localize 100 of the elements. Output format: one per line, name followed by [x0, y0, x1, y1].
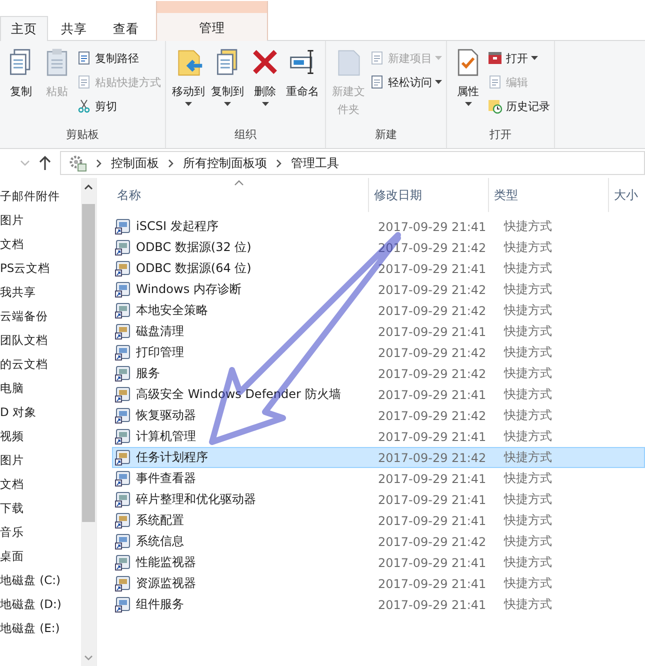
shortcut-icon [76, 74, 92, 90]
breadcrumb[interactable]: 管理工具 [291, 154, 339, 172]
ribbon-tab[interactable]: 查看 [100, 16, 152, 41]
file-row[interactable]: 恢复驱动器 2017-09-29 21:42 快捷方式 [112, 405, 645, 426]
shortcut-icon [115, 449, 132, 466]
file-row[interactable]: 事件查看器 2017-09-29 21:41 快捷方式 [112, 468, 645, 489]
nav-item[interactable]: 地磁盘 (E:) [0, 616, 81, 640]
shortcut-icon [115, 239, 132, 256]
column-header[interactable]: 类型 [489, 178, 609, 212]
column-header[interactable]: 大小 [609, 178, 645, 212]
ribbon-button[interactable]: 删除 [248, 45, 282, 126]
nav-item[interactable]: 文档 [0, 232, 81, 256]
chevron-right-icon [276, 158, 282, 168]
file-name: 打印管理 [136, 344, 184, 361]
file-name: 事件查看器 [136, 470, 196, 487]
nav-item[interactable]: 地磁盘 (C:) [0, 568, 81, 592]
address-bar[interactable]: 控制面板 所有控制面板项 管理工具 [60, 151, 645, 175]
nav-item[interactable]: 地磁盘 (D:) [0, 592, 81, 616]
scrollbar-thumb[interactable] [82, 204, 95, 522]
up-arrow-icon[interactable] [38, 155, 52, 171]
file-type: 快捷方式 [502, 449, 553, 466]
nav-item[interactable]: 桌面 [0, 544, 81, 568]
modified-date: 2017-09-29 21:41 [377, 576, 488, 590]
ribbon-button[interactable]: 属性 [451, 45, 485, 126]
nav-item[interactable]: 我共享 [0, 280, 81, 304]
file-name: 计算机管理 [136, 428, 196, 445]
file-row[interactable]: 高级安全 Windows Defender 防火墙 2017-09-29 21:41 快捷方式 [112, 384, 645, 405]
file-name: 性能监视器 [136, 554, 196, 571]
nav-item[interactable]: 的云文档 [0, 352, 81, 376]
ribbon-tab[interactable]: 管理 [157, 13, 267, 41]
file-row[interactable]: Windows 内存诊断 2017-09-29 21:42 快捷方式 [112, 279, 645, 300]
nav-item[interactable]: 图片 [0, 208, 81, 232]
shortcut-icon [115, 407, 132, 424]
file-row[interactable]: iSCSI 发起程序 2017-09-29 21:41 快捷方式 [112, 216, 645, 237]
ribbon-button[interactable]: 打开 [487, 47, 550, 69]
nav-item[interactable]: 电脑 [0, 376, 81, 400]
nav-item[interactable]: 团队文档 [0, 328, 81, 352]
nav-item[interactable]: PS云文档 [0, 256, 81, 280]
ribbon-button[interactable]: 复制路径 [76, 47, 161, 69]
file-name: Windows 内存诊断 [136, 281, 242, 298]
nav-item[interactable]: D 对象 [0, 400, 81, 424]
file-row[interactable]: 性能监视器 2017-09-29 21:41 快捷方式 [112, 552, 645, 573]
ribbon-button[interactable]: 历史记录 [487, 95, 550, 117]
file-name: ODBC 数据源(64 位) [136, 260, 252, 277]
ribbon-button[interactable]: 移动到 [170, 45, 207, 126]
file-row[interactable]: 碎片整理和优化驱动器 2017-09-29 21:41 快捷方式 [112, 489, 645, 510]
file-name: 组件服务 [136, 596, 184, 613]
nav-item[interactable]: 子邮件附件 [0, 184, 81, 208]
file-row[interactable]: 系统信息 2017-09-29 21:42 快捷方式 [112, 531, 645, 552]
modified-date: 2017-09-29 21:41 [377, 492, 488, 506]
ribbon-button[interactable]: 重命名 [284, 45, 321, 126]
file-type: 快捷方式 [502, 533, 553, 550]
caret-icon [435, 56, 442, 60]
breadcrumb[interactable]: 控制面板 [111, 154, 159, 172]
shortcut-icon [115, 512, 132, 529]
file-name: 磁盘清理 [136, 323, 184, 340]
file-type: 快捷方式 [502, 281, 553, 298]
nav-item[interactable]: 云端备份 [0, 304, 81, 328]
nav-item[interactable]: 文档 [0, 472, 81, 496]
file-row[interactable]: 计算机管理 2017-09-29 21:41 快捷方式 [112, 426, 645, 447]
modified-date: 2017-09-29 21:42 [377, 450, 488, 464]
file-row[interactable]: 本地安全策略 2017-09-29 21:42 快捷方式 [112, 300, 645, 321]
file-type: 快捷方式 [502, 323, 553, 340]
caret-icon [262, 102, 268, 106]
nav-item[interactable]: 下载 [0, 496, 81, 520]
file-row[interactable]: 磁盘清理 2017-09-29 21:41 快捷方式 [112, 321, 645, 342]
file-row[interactable]: 系统配置 2017-09-29 21:41 快捷方式 [112, 510, 645, 531]
nav-item[interactable]: 音乐 [0, 520, 81, 544]
scroll-down-icon[interactable] [84, 655, 93, 661]
scrollbar[interactable] [81, 178, 96, 666]
column-header[interactable]: 修改日期 [369, 178, 489, 212]
file-type: 快捷方式 [502, 386, 553, 403]
ribbon-button[interactable]: 复制到 [209, 45, 246, 126]
breadcrumb[interactable]: 所有控制面板项 [183, 154, 267, 172]
shortcut-icon [115, 428, 132, 445]
ribbon-tab[interactable]: 共享 [48, 16, 100, 41]
shortcut-icon [115, 323, 132, 340]
file-type: 快捷方式 [502, 596, 553, 613]
ribbon-button[interactable]: 轻松访问 [369, 71, 442, 93]
modified-date: 2017-09-29 21:41 [377, 556, 488, 570]
ribbon-button[interactable]: 剪切 [76, 95, 161, 117]
group-label: 组织 [234, 127, 258, 143]
file-type: 快捷方式 [502, 554, 553, 571]
file-row[interactable]: 组件服务 2017-09-29 21:41 快捷方式 [112, 594, 645, 615]
file-row[interactable]: 服务 2017-09-29 21:42 快捷方式 [112, 363, 645, 384]
ribbon-tab[interactable]: 主页 [0, 16, 48, 41]
file-row[interactable]: 资源监视器 2017-09-29 21:41 快捷方式 [112, 573, 645, 594]
page-icon [369, 74, 385, 90]
file-row[interactable]: 打印管理 2017-09-29 21:42 快捷方式 [112, 342, 645, 363]
modified-date: 2017-09-29 21:41 [377, 388, 488, 402]
column-header[interactable]: 名称 [112, 178, 369, 212]
file-row[interactable]: ODBC 数据源(64 位) 2017-09-29 21:41 快捷方式 [112, 258, 645, 279]
nav-item[interactable]: 图片 [0, 448, 81, 472]
chevron-down-icon[interactable] [20, 159, 30, 167]
file-name: ODBC 数据源(32 位) [136, 239, 252, 256]
caret-icon [464, 102, 472, 106]
nav-item[interactable]: 视频 [0, 424, 81, 448]
ribbon-button[interactable]: 复制 [4, 45, 38, 126]
file-row[interactable]: 任务计划程序 2017-09-29 21:42 快捷方式 [112, 447, 645, 468]
scroll-up-icon[interactable] [84, 184, 93, 190]
